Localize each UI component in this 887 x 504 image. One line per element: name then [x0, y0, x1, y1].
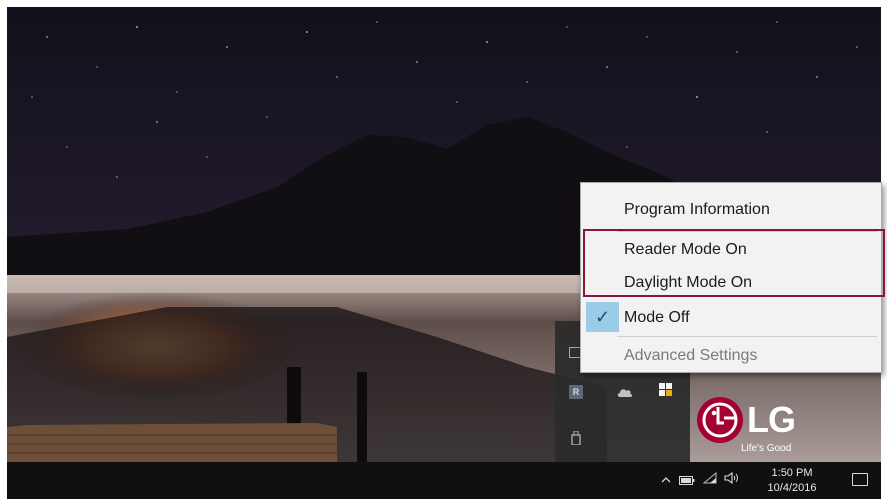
chevron-up-icon[interactable] — [661, 473, 671, 487]
menu-separator — [617, 336, 877, 337]
clock-time: 1:50 PM — [771, 467, 813, 479]
taskbar-clock[interactable]: 1:50 PM 10/4/2016 — [762, 466, 822, 496]
taskbar: 1:50 PM 10/4/2016 — [7, 462, 881, 499]
lg-tagline: Life's Good — [741, 443, 792, 454]
menu-item-program-information[interactable]: Program Information — [581, 193, 881, 227]
menu-item-label: Program Information — [624, 201, 770, 218]
highlight-box — [583, 229, 885, 297]
lg-logo: LG Life's Good — [697, 397, 807, 457]
wifi-icon[interactable] — [702, 471, 717, 487]
menu-item-mode-off[interactable]: ✓ Mode Off — [581, 301, 881, 335]
clock-date: 10/4/2016 — [767, 482, 817, 494]
menu-item-label: Mode Off — [624, 309, 690, 326]
menu-item-advanced-settings: Advanced Settings — [581, 339, 881, 373]
onedrive-cloud-icon[interactable] — [617, 385, 633, 399]
security-shield-icon[interactable] — [659, 383, 673, 397]
menu-item-label: Advanced Settings — [624, 347, 758, 364]
lg-brand-text: LG — [747, 399, 796, 440]
action-center-icon[interactable] — [852, 473, 868, 486]
usb-drive-icon[interactable] — [571, 430, 585, 446]
checkmark-icon: ✓ — [586, 302, 619, 332]
lg-face-icon — [697, 397, 743, 443]
reader-app-icon[interactable]: R — [569, 385, 583, 399]
battery-icon[interactable] — [679, 474, 695, 488]
volume-icon[interactable] — [724, 471, 739, 487]
